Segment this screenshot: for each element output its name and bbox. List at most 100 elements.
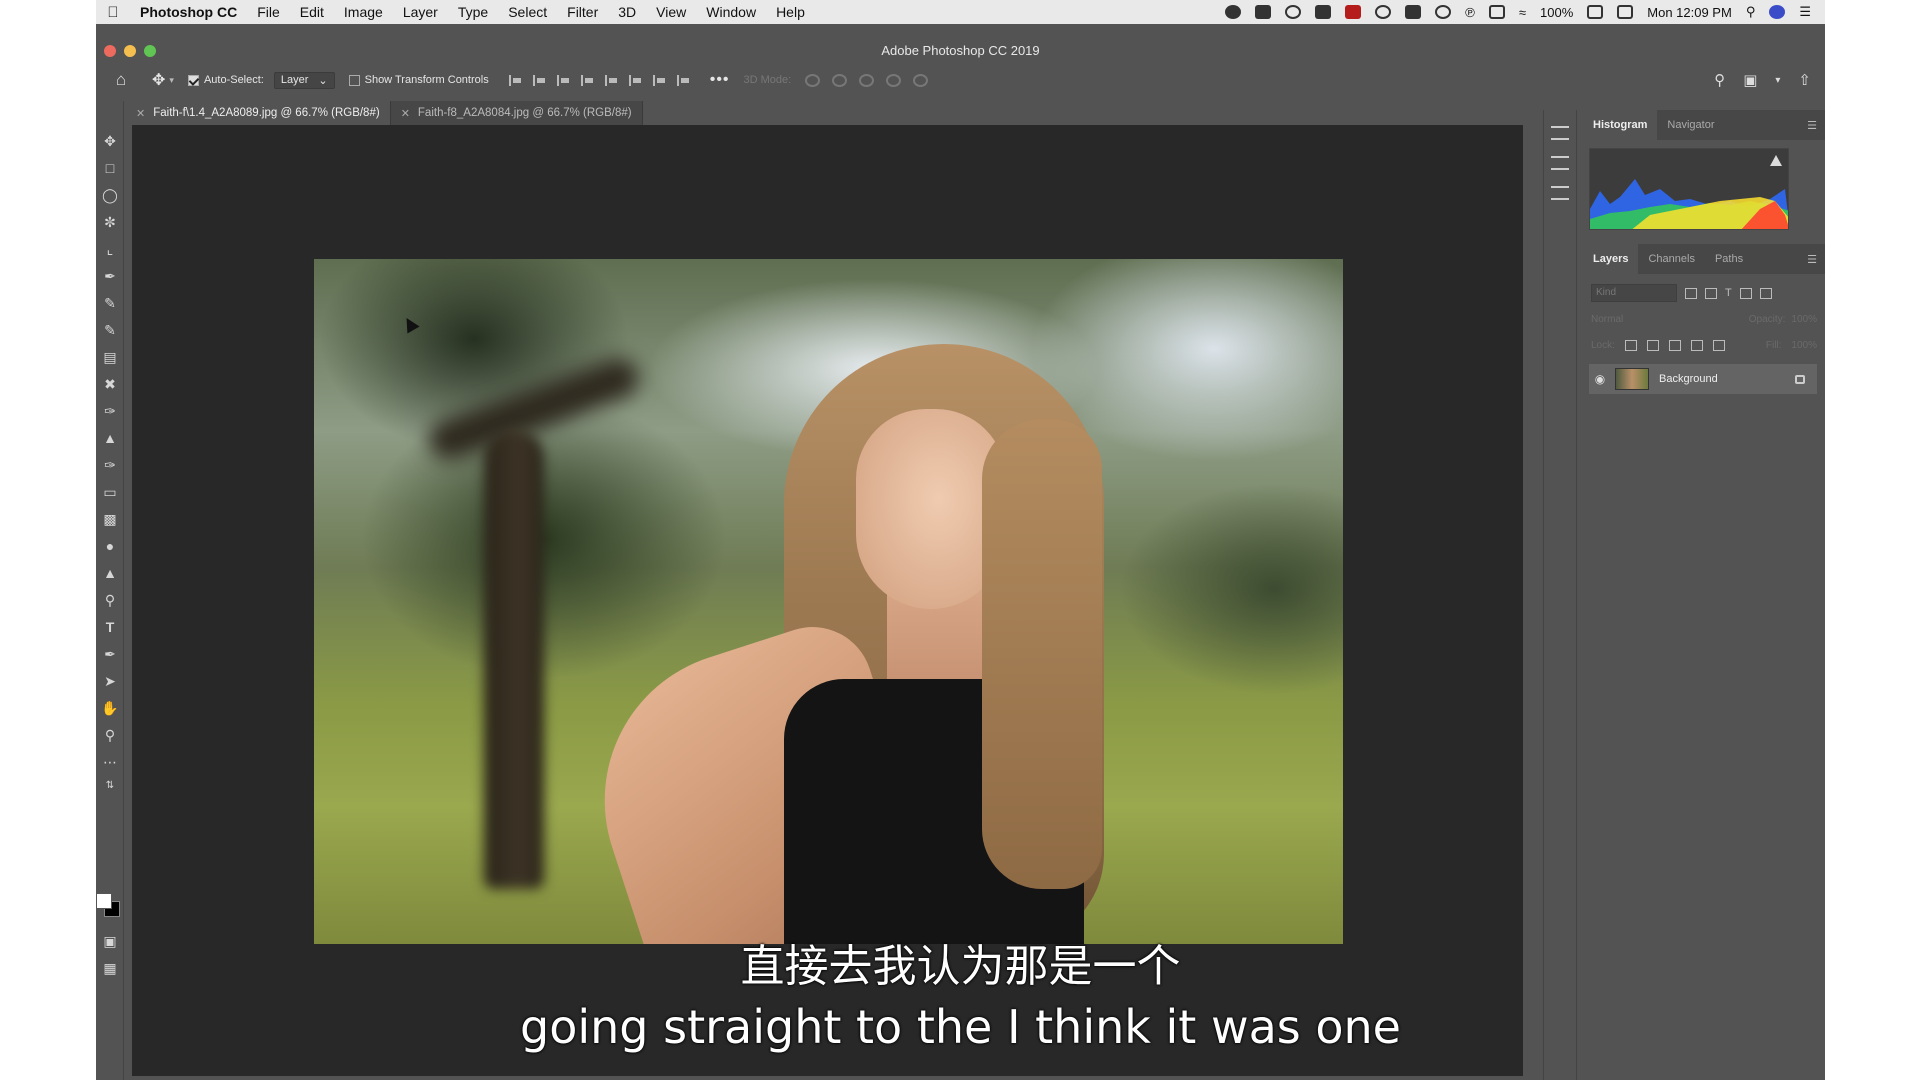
scale-3d-icon[interactable] [913,73,929,87]
drag-3d-icon[interactable] [859,73,875,87]
notification-center-icon[interactable]: ☰ [1799,4,1811,20]
airplay-icon[interactable] [1488,5,1505,19]
marquee-tool-icon[interactable]: □ [100,158,120,178]
close-tab-icon[interactable]: ✕ [401,107,410,120]
slide-3d-icon[interactable] [886,73,902,87]
time-machine-icon[interactable] [1435,5,1452,19]
search-icon[interactable]: ⚲ [1714,71,1725,89]
clock[interactable]: Mon 12:09 PM [1647,5,1732,20]
tab-paths[interactable]: Paths [1705,244,1753,274]
lock-all-icon[interactable] [1712,339,1725,351]
more-options-icon[interactable]: ••• [710,71,730,89]
gradient-tool-icon[interactable]: ▩ [100,509,120,529]
eyedropper-tool-icon[interactable]: ✒ [100,266,120,286]
content-aware-move-tool-icon[interactable]: ✖ [100,374,120,394]
kind-filter-dropdown[interactable]: Kind [1591,284,1677,302]
info-icon[interactable] [1375,5,1392,19]
clone-source-icon[interactable] [1551,186,1569,200]
sync-icon[interactable] [1285,5,1302,19]
brush-settings-icon[interactable] [1551,156,1569,170]
healing-brush-tool-icon[interactable]: ✎ [100,293,120,313]
foreground-color-swatch[interactable] [96,893,112,909]
align-right-edges-icon[interactable] [556,74,570,86]
panel-menu-icon[interactable]: ☰ [1807,253,1825,266]
swap-colors-icon[interactable]: ⇅ [100,776,120,796]
sharpen-tool-icon[interactable]: ▲ [100,563,120,583]
align-left-edges-icon[interactable] [508,74,522,86]
menu-type[interactable]: Type [448,4,498,20]
fill-value[interactable]: 100% [1791,340,1817,351]
edit-toolbar-icon[interactable]: ⋯ [100,752,120,772]
tab-layers[interactable]: Layers [1583,244,1639,274]
distribute-icon[interactable] [580,74,594,86]
message-icon[interactable] [1405,5,1422,19]
share-icon[interactable]: ⇧ [1798,71,1811,89]
tab-navigator[interactable]: Navigator [1657,110,1724,140]
show-transform-controls-checkbox[interactable]: Show Transform Controls [348,74,489,86]
bandage-tool-icon[interactable]: ✎ [100,320,120,340]
close-tab-icon[interactable]: ✕ [136,107,145,120]
lock-image-pixels-icon[interactable] [1646,339,1659,351]
battery-icon[interactable] [1587,5,1604,19]
layer-name[interactable]: Background [1659,373,1795,385]
move-tool-icon[interactable]: ✥ [100,131,120,151]
hand-tool-icon[interactable]: ✋ [100,698,120,718]
document-tab-2[interactable]: ✕ Faith-f8_A2A8084.jpg @ 66.7% (RGB/8#) [390,101,643,125]
lock-icon[interactable] [1795,374,1805,384]
lock-transparent-pixels-icon[interactable] [1624,339,1637,351]
wifi-icon[interactable]: ≈ [1519,5,1526,20]
menu-filter[interactable]: Filter [557,4,608,20]
layer-row-background[interactable]: ◉ Background [1589,364,1817,394]
document-tab-1[interactable]: ✕ Faith-f\1.4_A2A8089.jpg @ 66.7% (RGB/8… [126,101,391,125]
siri-icon[interactable] [1769,5,1786,19]
chevron-down-icon[interactable]: ▾ [1775,75,1780,86]
panel-menu-icon[interactable]: ☰ [1807,119,1825,132]
eraser-tool-icon[interactable]: ▭ [100,482,120,502]
smart-object-filter-icon[interactable] [1759,287,1772,299]
battery-percent[interactable]: 100% [1540,5,1573,20]
clone-stamp-tool-icon[interactable]: ▲ [100,428,120,448]
auto-select-dropdown[interactable]: Layer ⌄ [273,71,335,89]
portrait-photo[interactable] [314,259,1343,944]
dropbox-icon[interactable] [1255,5,1272,19]
dodge-tool-icon[interactable]: ⚲ [100,590,120,610]
path-selection-tool-icon[interactable]: ➤ [100,671,120,691]
crop-tool-icon[interactable]: ⌞ [100,239,120,259]
creative-cloud-icon[interactable] [1225,5,1242,19]
workspace-icon[interactable]: ▣ [1743,71,1757,89]
history-brush-tool-icon[interactable]: ✑ [100,455,120,475]
properties-panel-icon[interactable] [1551,126,1569,140]
align-horizontal-centers-icon[interactable] [532,74,546,86]
align-bottom-edges-icon[interactable] [652,74,666,86]
prevent-auto-nesting-icon[interactable] [1690,339,1703,351]
flag-icon[interactable] [1617,5,1634,19]
spotlight-search-icon[interactable]: ⚲ [1746,4,1756,20]
blend-mode-dropdown[interactable]: Normal [1591,314,1749,325]
warning-icon[interactable] [1770,155,1782,166]
align-vertical-centers-icon[interactable] [628,74,642,86]
tab-histogram[interactable]: Histogram [1583,110,1658,140]
lasso-tool-icon[interactable]: ◯ [100,185,120,205]
blur-tool-icon[interactable]: ● [100,536,120,556]
tab-channels[interactable]: Channels [1638,244,1704,274]
menu-view[interactable]: View [646,4,696,20]
menu-app-name[interactable]: Photoshop CC [130,4,247,20]
opacity-value[interactable]: 100% [1791,314,1817,325]
auto-select-checkbox[interactable]: Auto-Select: [187,74,264,86]
zoom-tool-icon[interactable]: ⚲ [100,725,120,745]
patch-tool-icon[interactable]: ▤ [100,347,120,367]
pixel-filter-icon[interactable] [1685,287,1697,299]
pen-tool-icon[interactable]: ✒ [100,644,120,664]
menu-image[interactable]: Image [334,4,393,20]
apple-menu-icon[interactable]:  [96,4,130,21]
cloud-icon[interactable] [1315,5,1332,19]
distribute-vertical-icon[interactable] [676,74,690,86]
visibility-eye-icon[interactable]: ◉ [1589,372,1611,386]
brush-tool-icon[interactable]: ✑ [100,401,120,421]
orbit-3d-icon[interactable] [805,73,821,87]
menu-edit[interactable]: Edit [290,4,334,20]
menu-select[interactable]: Select [498,4,557,20]
menu-help[interactable]: Help [766,4,815,20]
quick-selection-tool-icon[interactable]: ✼ [100,212,120,232]
shape-filter-icon[interactable] [1739,287,1752,299]
